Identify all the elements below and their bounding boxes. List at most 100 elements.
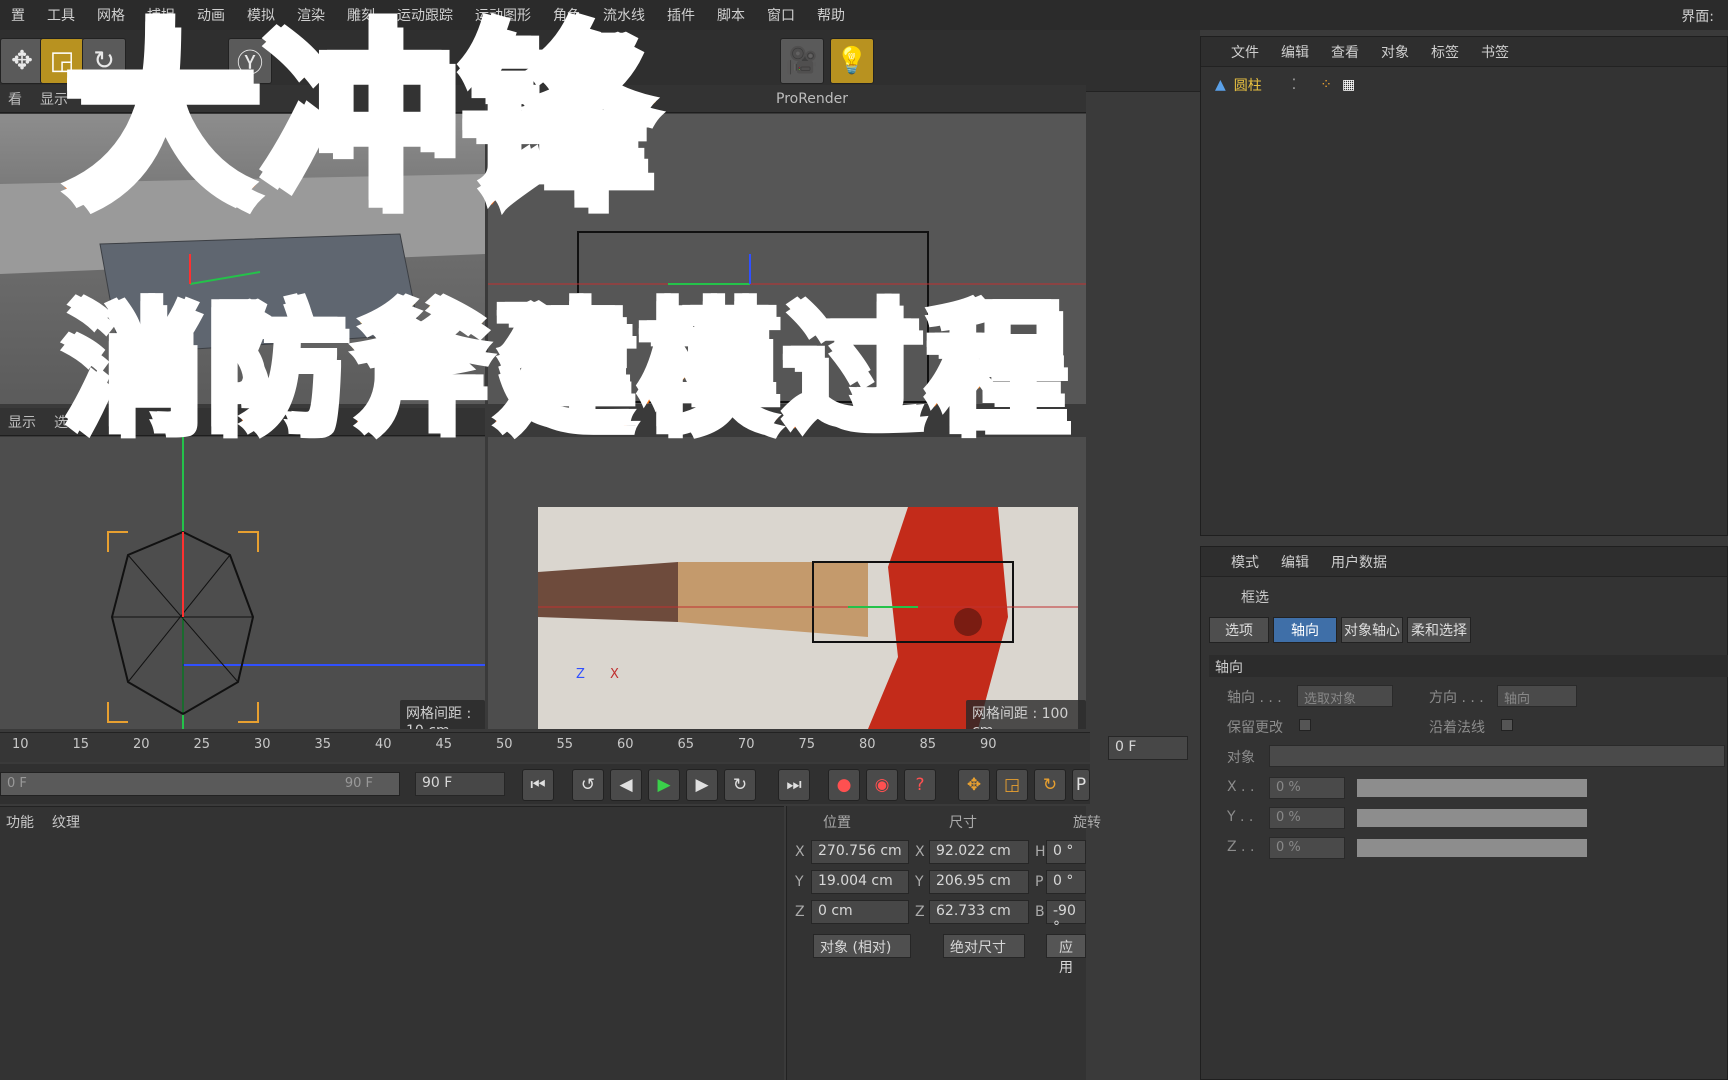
- om-menu-item-0[interactable]: 文件: [1231, 42, 1259, 62]
- pos-z-field[interactable]: 0 cm: [811, 900, 909, 924]
- object-row[interactable]: ▲ 圆柱 ⁚ ⁘ ▦: [1215, 75, 1355, 95]
- end-frame-field[interactable]: 90 F: [415, 772, 505, 796]
- title-line2-text: 消防斧建模过程: [62, 288, 1071, 451]
- camera-icon[interactable]: 🎥: [780, 38, 824, 84]
- z-value-field[interactable]: 0 %: [1269, 837, 1345, 859]
- key-move-icon[interactable]: ✥: [958, 769, 990, 801]
- move-tool-icon[interactable]: ✥: [0, 38, 44, 84]
- pos-z-axis: Z: [795, 904, 805, 920]
- rot-b-axis: B: [1035, 904, 1045, 920]
- z-slider[interactable]: [1357, 839, 1587, 857]
- timeline-tick: 50: [496, 737, 513, 752]
- om-menu-item-4[interactable]: 标签: [1431, 42, 1459, 62]
- x-label: X . .: [1227, 779, 1255, 795]
- material-menu-function[interactable]: 功能: [6, 812, 34, 832]
- keyframe-help-icon[interactable]: ?: [904, 769, 936, 801]
- viewport-menu-view[interactable]: 看: [8, 89, 22, 109]
- key-rotate-icon[interactable]: ↻: [1034, 769, 1066, 801]
- bbox-corner: [107, 702, 128, 723]
- position-header: 位置: [823, 815, 851, 831]
- object-name[interactable]: 圆柱: [1234, 75, 1262, 95]
- pos-y-field[interactable]: 19.004 cm: [811, 870, 909, 894]
- x-value-field[interactable]: 0 %: [1269, 777, 1345, 799]
- keep-changes-checkbox[interactable]: [1299, 719, 1311, 731]
- size-mode-select[interactable]: 绝对尺寸: [943, 934, 1025, 958]
- size-y-field[interactable]: 206.95 cm: [929, 870, 1029, 894]
- timeline-tick: 15: [72, 737, 90, 752]
- current-frame-field[interactable]: 0 F: [1108, 736, 1188, 760]
- material-manager: 功能 纹理: [0, 806, 784, 1080]
- bbox-corner: [238, 702, 259, 723]
- om-menu-item-3[interactable]: 对象: [1381, 42, 1409, 62]
- prev-key-icon[interactable]: ↺: [572, 769, 604, 801]
- menu-item-12[interactable]: 插件: [656, 5, 706, 25]
- size-z-field[interactable]: 62.733 cm: [929, 900, 1029, 924]
- bbox-corner: [238, 531, 259, 552]
- menu-item-0[interactable]: 置: [0, 5, 36, 25]
- timeline-ruler[interactable]: 0 F 10 15 20 25 30 35 40 45 50 55 60 65 70 75 80 85 90: [0, 732, 1188, 762]
- direction-select[interactable]: 轴向: [1497, 685, 1577, 707]
- timeline-tick: 20: [133, 737, 150, 752]
- range-slider[interactable]: 0 F 90 F: [0, 772, 400, 796]
- section-header: 轴向: [1209, 655, 1728, 677]
- viewport-menu-display[interactable]: 显示: [8, 412, 36, 432]
- y-value-field[interactable]: 0 %: [1269, 807, 1345, 829]
- axe-hole: [954, 608, 982, 636]
- side-viewport[interactable]: 网格间距 : 10 cm: [0, 437, 485, 729]
- size-y-axis: Y: [915, 874, 924, 890]
- along-normal-checkbox[interactable]: [1501, 719, 1513, 731]
- renderer-label[interactable]: ProRender: [776, 91, 848, 107]
- axe-head: [868, 507, 1008, 729]
- axis-select[interactable]: 选取对象: [1297, 685, 1393, 707]
- am-menu-item-1[interactable]: 编辑: [1281, 552, 1309, 572]
- autokey-icon[interactable]: ◉: [866, 769, 898, 801]
- next-key-icon[interactable]: ↻: [724, 769, 756, 801]
- timeline-tick: 40: [375, 737, 392, 752]
- tag-icon[interactable]: ⁘: [1320, 77, 1332, 93]
- y-slider[interactable]: [1357, 809, 1587, 827]
- key-scale-icon[interactable]: ◲: [996, 769, 1028, 801]
- prev-frame-icon[interactable]: ◀: [610, 769, 642, 801]
- subtab-3[interactable]: 柔和选择: [1407, 617, 1471, 643]
- wire-spoke: [127, 554, 231, 683]
- x-slider[interactable]: [1357, 779, 1587, 797]
- rot-b-field[interactable]: -90 °: [1046, 900, 1086, 935]
- right-viewport[interactable]: Z X 网格间距 : 100 cm: [488, 437, 1086, 729]
- bbox-corner: [107, 531, 128, 552]
- layout-label[interactable]: 界面:: [1681, 6, 1714, 26]
- record-icon[interactable]: ●: [828, 769, 860, 801]
- am-menu-item-2[interactable]: 用户数据: [1331, 552, 1387, 572]
- menu-item-15[interactable]: 帮助: [806, 5, 856, 25]
- om-menu-item-5[interactable]: 书签: [1481, 42, 1509, 62]
- subtab-2[interactable]: 对象轴心: [1341, 617, 1403, 643]
- coordinate-mode-select[interactable]: 对象 (相对): [813, 934, 911, 958]
- visibility-icon[interactable]: ⁚: [1292, 77, 1296, 93]
- playback-controls: 0 F 90 F 90 F ⏮ ↺ ◀ ▶ ▶ ↻ ⏭ ● ◉ ? ✥ ◲ ↻ …: [0, 764, 1090, 804]
- light-icon[interactable]: 💡: [830, 38, 874, 84]
- om-menu-item-1[interactable]: 编辑: [1281, 42, 1309, 62]
- material-menu-texture[interactable]: 纹理: [52, 812, 80, 832]
- om-menu-item-2[interactable]: 查看: [1331, 42, 1359, 62]
- goto-end-icon[interactable]: ⏭: [778, 769, 810, 801]
- apply-button[interactable]: 应用: [1046, 934, 1086, 976]
- timeline-tick: 65: [677, 737, 695, 752]
- key-param-icon[interactable]: P: [1072, 769, 1090, 801]
- checker-tag-icon[interactable]: ▦: [1342, 77, 1355, 93]
- goto-start-icon[interactable]: ⏮: [522, 769, 554, 801]
- subtab-0[interactable]: 选项: [1209, 617, 1269, 643]
- axe-handle-light: [678, 562, 868, 637]
- rot-p-field[interactable]: 0 °: [1046, 870, 1086, 894]
- object-link-field[interactable]: [1269, 745, 1725, 767]
- subtab-1[interactable]: 轴向: [1273, 617, 1337, 643]
- size-x-axis: X: [915, 844, 925, 860]
- size-header: 尺寸: [949, 815, 977, 831]
- rot-h-field[interactable]: 0 °: [1046, 840, 1086, 864]
- play-icon[interactable]: ▶: [648, 769, 680, 801]
- size-x-field[interactable]: 92.022 cm: [929, 840, 1029, 864]
- menu-item-14[interactable]: 窗口: [756, 5, 806, 25]
- pos-x-field[interactable]: 270.756 cm: [811, 840, 909, 864]
- timeline-tick: 90: [980, 737, 997, 752]
- am-menu-item-0[interactable]: 模式: [1231, 552, 1259, 572]
- menu-item-13[interactable]: 脚本: [706, 5, 756, 25]
- next-frame-icon[interactable]: ▶: [686, 769, 718, 801]
